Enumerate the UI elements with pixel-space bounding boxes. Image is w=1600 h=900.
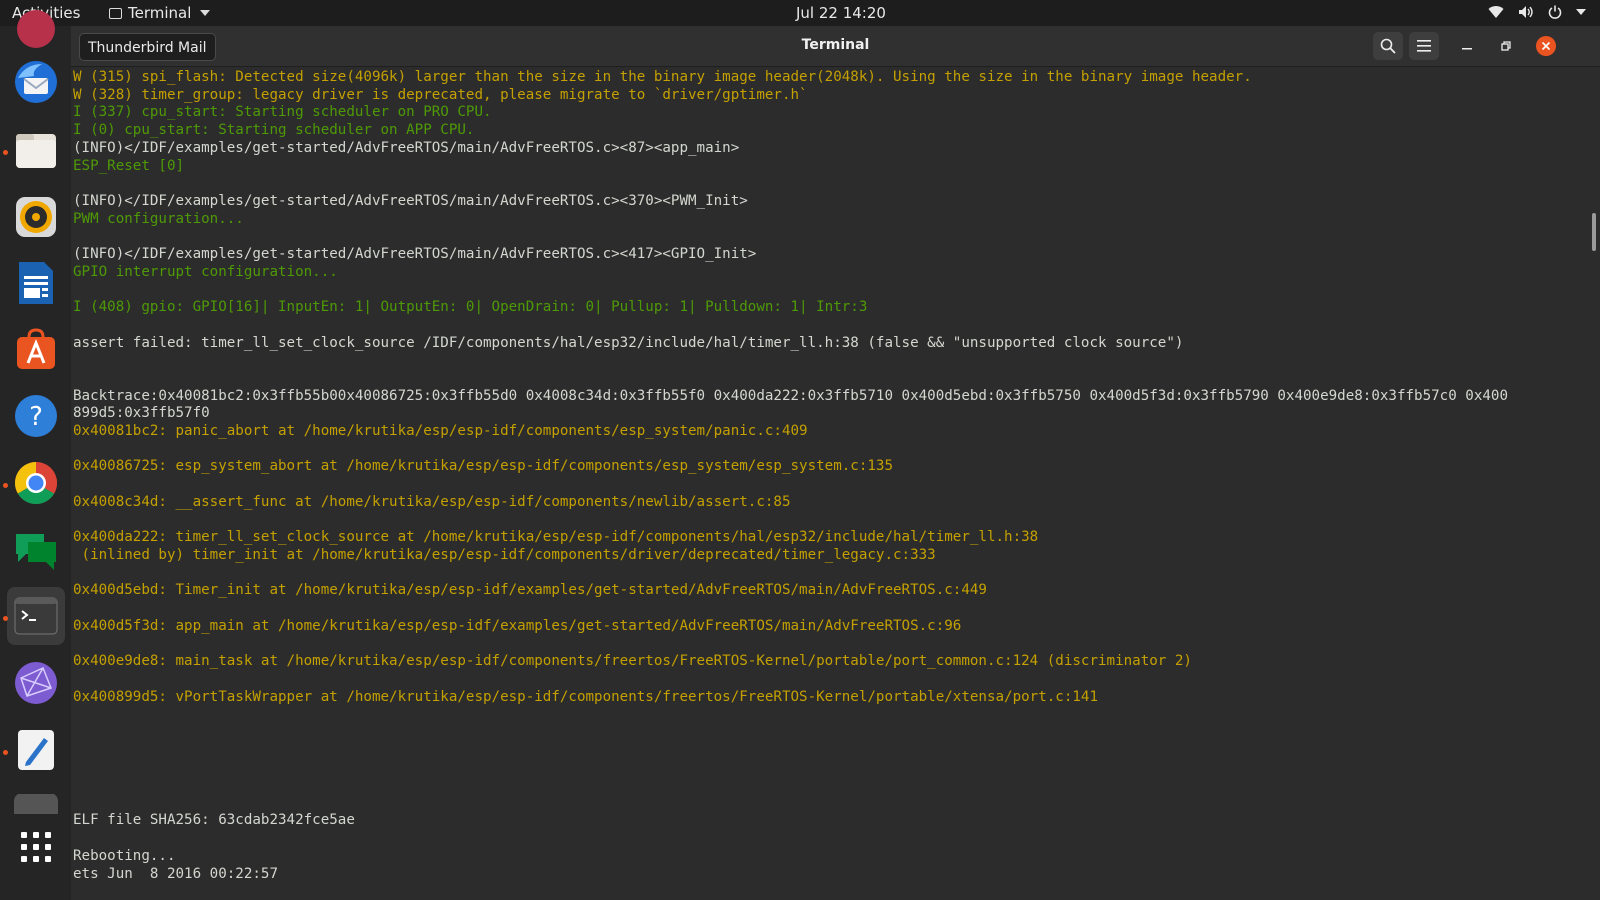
terminal-line: W (315) spi_flash: Detected size(4096k) …: [73, 69, 1252, 85]
dock-item-text-editor[interactable]: [7, 721, 65, 779]
dock-item-chrome[interactable]: [7, 454, 65, 512]
dock-item-terminal[interactable]: [7, 587, 65, 645]
terminal-line: PWM configuration...: [73, 210, 244, 227]
dock: ?: [0, 10, 71, 900]
terminal-line: I (337) cpu_start: Starting scheduler on…: [73, 104, 492, 121]
terminal-line: 0x4008c34d: __assert_func at /home/kruti…: [73, 493, 791, 510]
running-indicator: [3, 150, 8, 155]
close-icon: [1541, 41, 1551, 51]
close-button[interactable]: [1536, 36, 1556, 56]
terminal-line: (inlined by) timer_init at /home/krutika…: [73, 546, 936, 563]
running-indicator: [3, 483, 8, 488]
terminal-line: 0x400d5f3d: app_main at /home/krutika/es…: [73, 617, 962, 634]
power-icon: [1548, 5, 1562, 19]
dock-item-rhythmbox[interactable]: [7, 188, 65, 246]
chrome-icon: [14, 462, 58, 505]
minimize-button[interactable]: [1457, 36, 1477, 56]
app-menu[interactable]: Terminal: [109, 4, 211, 22]
search-icon: [1380, 38, 1396, 54]
menu-button[interactable]: [1409, 32, 1439, 60]
running-indicator: [3, 616, 8, 621]
text-editor-icon: [18, 730, 54, 770]
terminal-line: assert failed: timer_ll_set_clock_source…: [73, 334, 1184, 351]
terminal-icon: [14, 597, 58, 635]
terminal-line: (INFO)</IDF/examples/get-started/AdvFree…: [73, 139, 740, 156]
search-button[interactable]: [1373, 32, 1403, 60]
files-icon: [16, 134, 56, 168]
terminal-line: 0x400da222: timer_ll_set_clock_source at…: [73, 529, 1039, 546]
top-bar: Activities Terminal Jul 22 14:20: [0, 0, 1600, 26]
terminal-line: I (408) gpio: GPIO[16]| InputEn: 1| Outp…: [73, 299, 868, 316]
svg-text:?: ?: [29, 402, 43, 432]
chevron-down-icon: [1576, 9, 1586, 15]
dock-item-partial-bottom[interactable]: [7, 794, 65, 814]
dock-item-chat[interactable]: [7, 521, 65, 579]
clock[interactable]: Jul 22 14:20: [796, 4, 886, 22]
dock-tooltip: Thunderbird Mail: [79, 33, 216, 61]
app-icon: [17, 10, 55, 48]
app-menu-label: Terminal: [128, 4, 192, 22]
scrollbar-thumb[interactable]: [1592, 213, 1596, 251]
hamburger-icon: [1417, 40, 1431, 52]
running-indicator: [3, 750, 8, 755]
terminal-line: ESP_Reset [0]: [73, 157, 185, 174]
dock-item-thunderbird[interactable]: [7, 53, 65, 111]
writer-icon: [19, 262, 53, 304]
wifi-icon: [1488, 6, 1504, 19]
minimize-icon: [1462, 48, 1472, 50]
dock-item-network[interactable]: [7, 654, 65, 712]
terminal-line: (INFO)</IDF/examples/get-started/AdvFree…: [73, 192, 748, 209]
terminal-line: GPIO interrupt configuration...: [73, 263, 338, 280]
app-grid-icon: [21, 832, 51, 862]
software-icon: [17, 328, 55, 369]
network-icon: [15, 662, 57, 704]
show-applications-button[interactable]: [7, 818, 65, 876]
dock-item-files[interactable]: [7, 121, 65, 179]
terminal-line: ELF file SHA256: 63cdab2342fce5ae: [73, 812, 355, 829]
chevron-down-icon: [200, 10, 211, 16]
terminal-line: ets Jun 8 2016 00:22:57: [73, 865, 278, 882]
terminal-line: Rebooting...: [73, 847, 176, 864]
thunderbird-icon: [15, 61, 57, 103]
terminal-line: W (328) timer_group: legacy driver is de…: [73, 86, 808, 103]
chat-icon: [16, 534, 56, 570]
window-header: Terminal: [71, 26, 1600, 67]
terminal-small-icon: [109, 7, 122, 19]
terminal-line: (INFO)</IDF/examples/get-started/AdvFree…: [73, 246, 757, 262]
terminal-line: 899d5:0x3ffb57f0: [73, 405, 210, 422]
help-icon: ?: [15, 395, 57, 437]
app-icon: [14, 794, 58, 814]
terminal-output[interactable]: W (315) spi_flash: Detected size(4096k) …: [71, 67, 1600, 900]
rhythmbox-icon: [16, 197, 56, 237]
dock-item-help[interactable]: ?: [7, 387, 65, 445]
terminal-line: 0x40086725: esp_system_abort at /home/kr…: [73, 458, 893, 475]
window-title: Terminal: [801, 37, 870, 53]
dock-item-partial[interactable]: [7, 0, 65, 58]
terminal-line: I (0) cpu_start: Starting scheduler on A…: [73, 122, 475, 139]
system-tray[interactable]: [1488, 5, 1586, 19]
terminal-line: Backtrace:0x40081bc2:0x3ffb55b00x4008672…: [73, 387, 1508, 404]
terminal-line: 0x40081bc2: panic_abort at /home/krutika…: [73, 423, 808, 439]
terminal-line: 0x400e9de8: main_task at /home/krutika/e…: [73, 653, 1192, 670]
dock-item-writer[interactable]: [7, 254, 65, 312]
dock-item-software[interactable]: [7, 320, 65, 378]
restore-icon: [1501, 41, 1511, 51]
terminal-line: 0x400899d5: vPortTaskWrapper at /home/kr…: [73, 688, 1098, 705]
maximize-button[interactable]: [1496, 36, 1516, 56]
terminal-line: 0x400d5ebd: Timer_init at /home/krutika/…: [73, 582, 987, 599]
volume-icon: [1519, 6, 1533, 18]
